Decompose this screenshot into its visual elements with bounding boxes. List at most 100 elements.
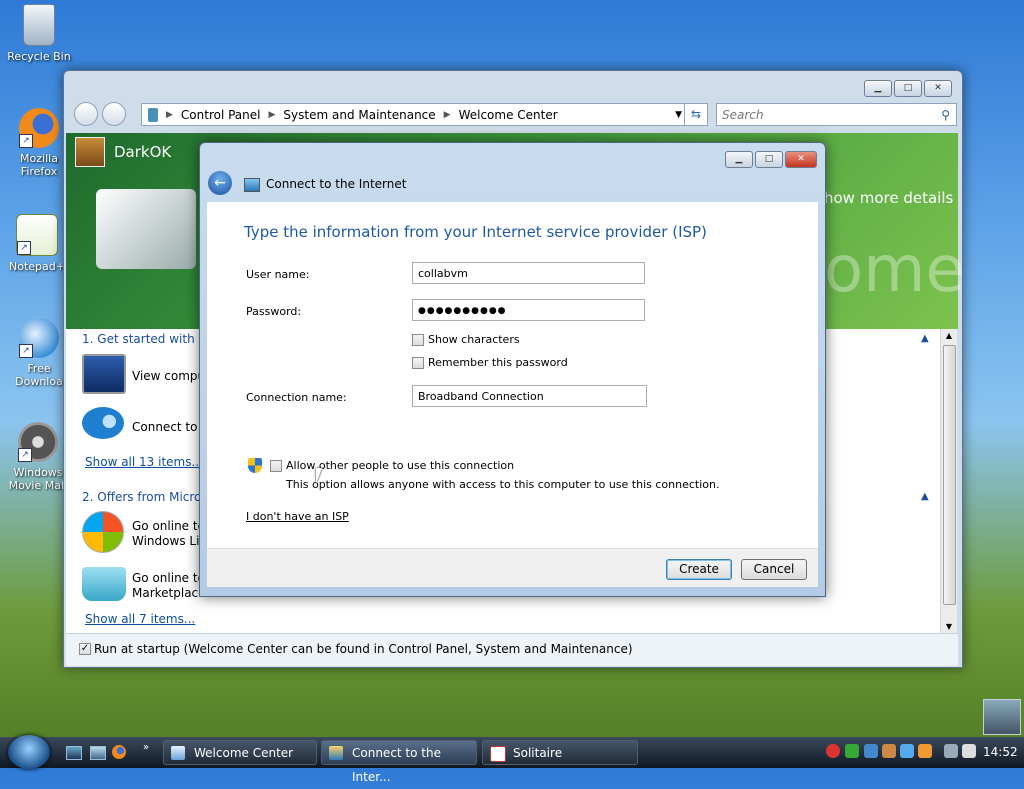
scroll-thumb[interactable] <box>943 345 956 605</box>
password-field[interactable]: ●●●●●●●●●● <box>412 299 645 321</box>
dialog-close-button[interactable]: ✕ <box>785 151 817 168</box>
window-controls: ▁ □ ✕ <box>864 80 952 97</box>
switch-windows-icon[interactable] <box>90 746 106 760</box>
show-characters-label: Show characters <box>428 333 520 346</box>
solitaire-task-icon <box>490 746 506 762</box>
breadcrumb-separator-icon: ▶ <box>268 109 276 120</box>
dialog-maximize-button[interactable]: □ <box>755 151 783 168</box>
tray-volume-icon[interactable] <box>962 744 976 758</box>
connect-task-icon <box>329 746 343 760</box>
search-input[interactable]: Search ⚲ <box>716 103 957 126</box>
network-icon <box>244 178 260 192</box>
firefox-icon: ↗ <box>19 108 59 148</box>
film-reel-icon: ↗ <box>18 422 58 462</box>
user-name: DarkOK <box>114 143 172 161</box>
task-label: Solitaire <box>513 746 563 760</box>
download-icon: ↗ <box>19 318 59 358</box>
mouse-cursor-icon <box>316 468 328 484</box>
desktop-icon-label: Windows Movie Mak <box>8 466 68 492</box>
start-button[interactable] <box>8 735 50 769</box>
breadcrumb-control-panel[interactable]: Control Panel <box>181 108 261 122</box>
remember-password-checkbox[interactable] <box>412 357 424 369</box>
show-all-13-link[interactable]: Show all 13 items... <box>85 455 203 469</box>
no-isp-link[interactable]: I don't have an ISP <box>246 510 349 523</box>
desktop-icon-label: Recycle Bin <box>7 50 71 63</box>
create-button[interactable]: Create <box>666 559 732 580</box>
show-more-details-link[interactable]: how more details <box>824 189 953 207</box>
user-name-field[interactable]: collabvm <box>412 262 645 284</box>
dialog-button-bar: Create Cancel <box>207 548 818 587</box>
close-button[interactable]: ✕ <box>924 80 952 97</box>
address-bar[interactable]: ▶ Control Panel ▶ System and Maintenance… <box>141 103 689 126</box>
taskbar-solitaire[interactable]: Solitaire <box>482 740 638 765</box>
tray-clock[interactable]: 14:52 <box>983 745 1018 759</box>
tray-error-icon[interactable] <box>826 744 840 758</box>
tray-network-icon[interactable] <box>864 744 878 758</box>
item-connect-internet[interactable]: Connect to t <box>132 420 206 434</box>
address-dropdown-icon[interactable]: ▼ <box>675 110 682 120</box>
search-placeholder: Search <box>722 107 764 122</box>
desktop-icon-recycle-bin[interactable]: Recycle Bin <box>2 4 76 63</box>
dialog-heading: Type the information from your Internet … <box>244 223 707 241</box>
welcome-center-task-icon <box>171 746 185 760</box>
vertical-scrollbar[interactable]: ▲ ▼ <box>940 329 957 633</box>
refresh-button[interactable]: ⇆ <box>684 103 708 126</box>
desktop-preview-thumbnail[interactable] <box>983 699 1021 735</box>
taskbar-connect-internet[interactable]: Connect to the Inter... <box>321 740 477 784</box>
breadcrumb-system-maintenance[interactable]: System and Maintenance <box>283 108 435 122</box>
remember-password-label: Remember this password <box>428 356 568 369</box>
tray-user-icon[interactable] <box>918 744 932 758</box>
computer-icon <box>96 189 196 269</box>
firefox-quicklaunch-icon[interactable] <box>112 745 126 759</box>
item-windows-live-line2[interactable]: Windows Liv <box>132 534 207 548</box>
collapse-section-1-icon[interactable]: ▲ <box>921 333 929 344</box>
tray-connection-icon[interactable] <box>944 744 958 758</box>
collapse-section-2-icon[interactable]: ▲ <box>921 491 929 502</box>
cancel-button[interactable]: Cancel <box>741 559 807 580</box>
desktop-icon-label: Notepad+ <box>9 260 65 273</box>
tray-security-icon[interactable] <box>882 744 896 758</box>
marketplace-basket-icon <box>82 567 126 601</box>
connection-name-label: Connection name: <box>246 391 347 404</box>
connect-internet-dialog: ▁ □ ✕ ← Connect to the Internet Type the… <box>199 142 826 597</box>
notepad-icon: ↗ <box>16 214 58 256</box>
allow-others-checkbox[interactable] <box>270 460 282 472</box>
globe-icon <box>82 407 124 439</box>
task-label: Welcome Center <box>194 746 294 760</box>
show-desktop-icon[interactable] <box>66 746 82 760</box>
item-marketplace-line2[interactable]: Marketplace <box>132 586 206 600</box>
item-windows-live-line1[interactable]: Go online to <box>132 519 205 533</box>
user-avatar <box>75 137 105 167</box>
breadcrumb-separator-icon: ▶ <box>166 109 173 120</box>
item-marketplace-line1[interactable]: Go online to <box>132 571 205 585</box>
tray-check-icon[interactable] <box>845 744 859 758</box>
dialog-back-icon[interactable]: ← <box>208 171 232 195</box>
maximize-button[interactable]: □ <box>894 80 922 97</box>
run-at-startup-checkbox[interactable]: ✓ <box>79 643 91 655</box>
show-characters-checkbox[interactable] <box>412 334 424 346</box>
password-label: Password: <box>246 305 302 318</box>
dialog-content: Type the information from your Internet … <box>207 202 818 548</box>
dialog-window-controls: ▁ □ ✕ <box>725 151 817 168</box>
search-icon[interactable]: ⚲ <box>941 108 950 122</box>
tray-monitor-icon[interactable] <box>900 744 914 758</box>
welcome-footer: ✓ Run at startup (Welcome Center can be … <box>66 633 958 666</box>
user-name-label: User name: <box>246 268 310 281</box>
scroll-up-icon[interactable]: ▲ <box>941 331 957 340</box>
breadcrumb-separator-icon: ▶ <box>443 109 451 120</box>
minimize-button[interactable]: ▁ <box>864 80 892 97</box>
run-at-startup-label: Run at startup (Welcome Center can be fo… <box>94 642 633 656</box>
quicklaunch-expand-icon[interactable]: » <box>143 742 149 753</box>
dialog-minimize-button[interactable]: ▁ <box>725 151 753 168</box>
section-offers[interactable]: 2. Offers from Microso <box>82 490 215 504</box>
connection-name-field[interactable]: Broadband Connection <box>412 385 647 407</box>
scroll-down-icon[interactable]: ▼ <box>941 622 957 631</box>
forward-button[interactable] <box>102 102 126 126</box>
view-computer-icon <box>82 354 126 394</box>
dialog-title: Connect to the Internet <box>266 177 407 191</box>
recycle-bin-icon <box>23 4 55 46</box>
breadcrumb-welcome-center[interactable]: Welcome Center <box>459 108 558 122</box>
back-button[interactable] <box>74 102 98 126</box>
show-all-7-link[interactable]: Show all 7 items... <box>85 612 195 626</box>
taskbar-welcome-center[interactable]: Welcome Center <box>163 740 317 765</box>
